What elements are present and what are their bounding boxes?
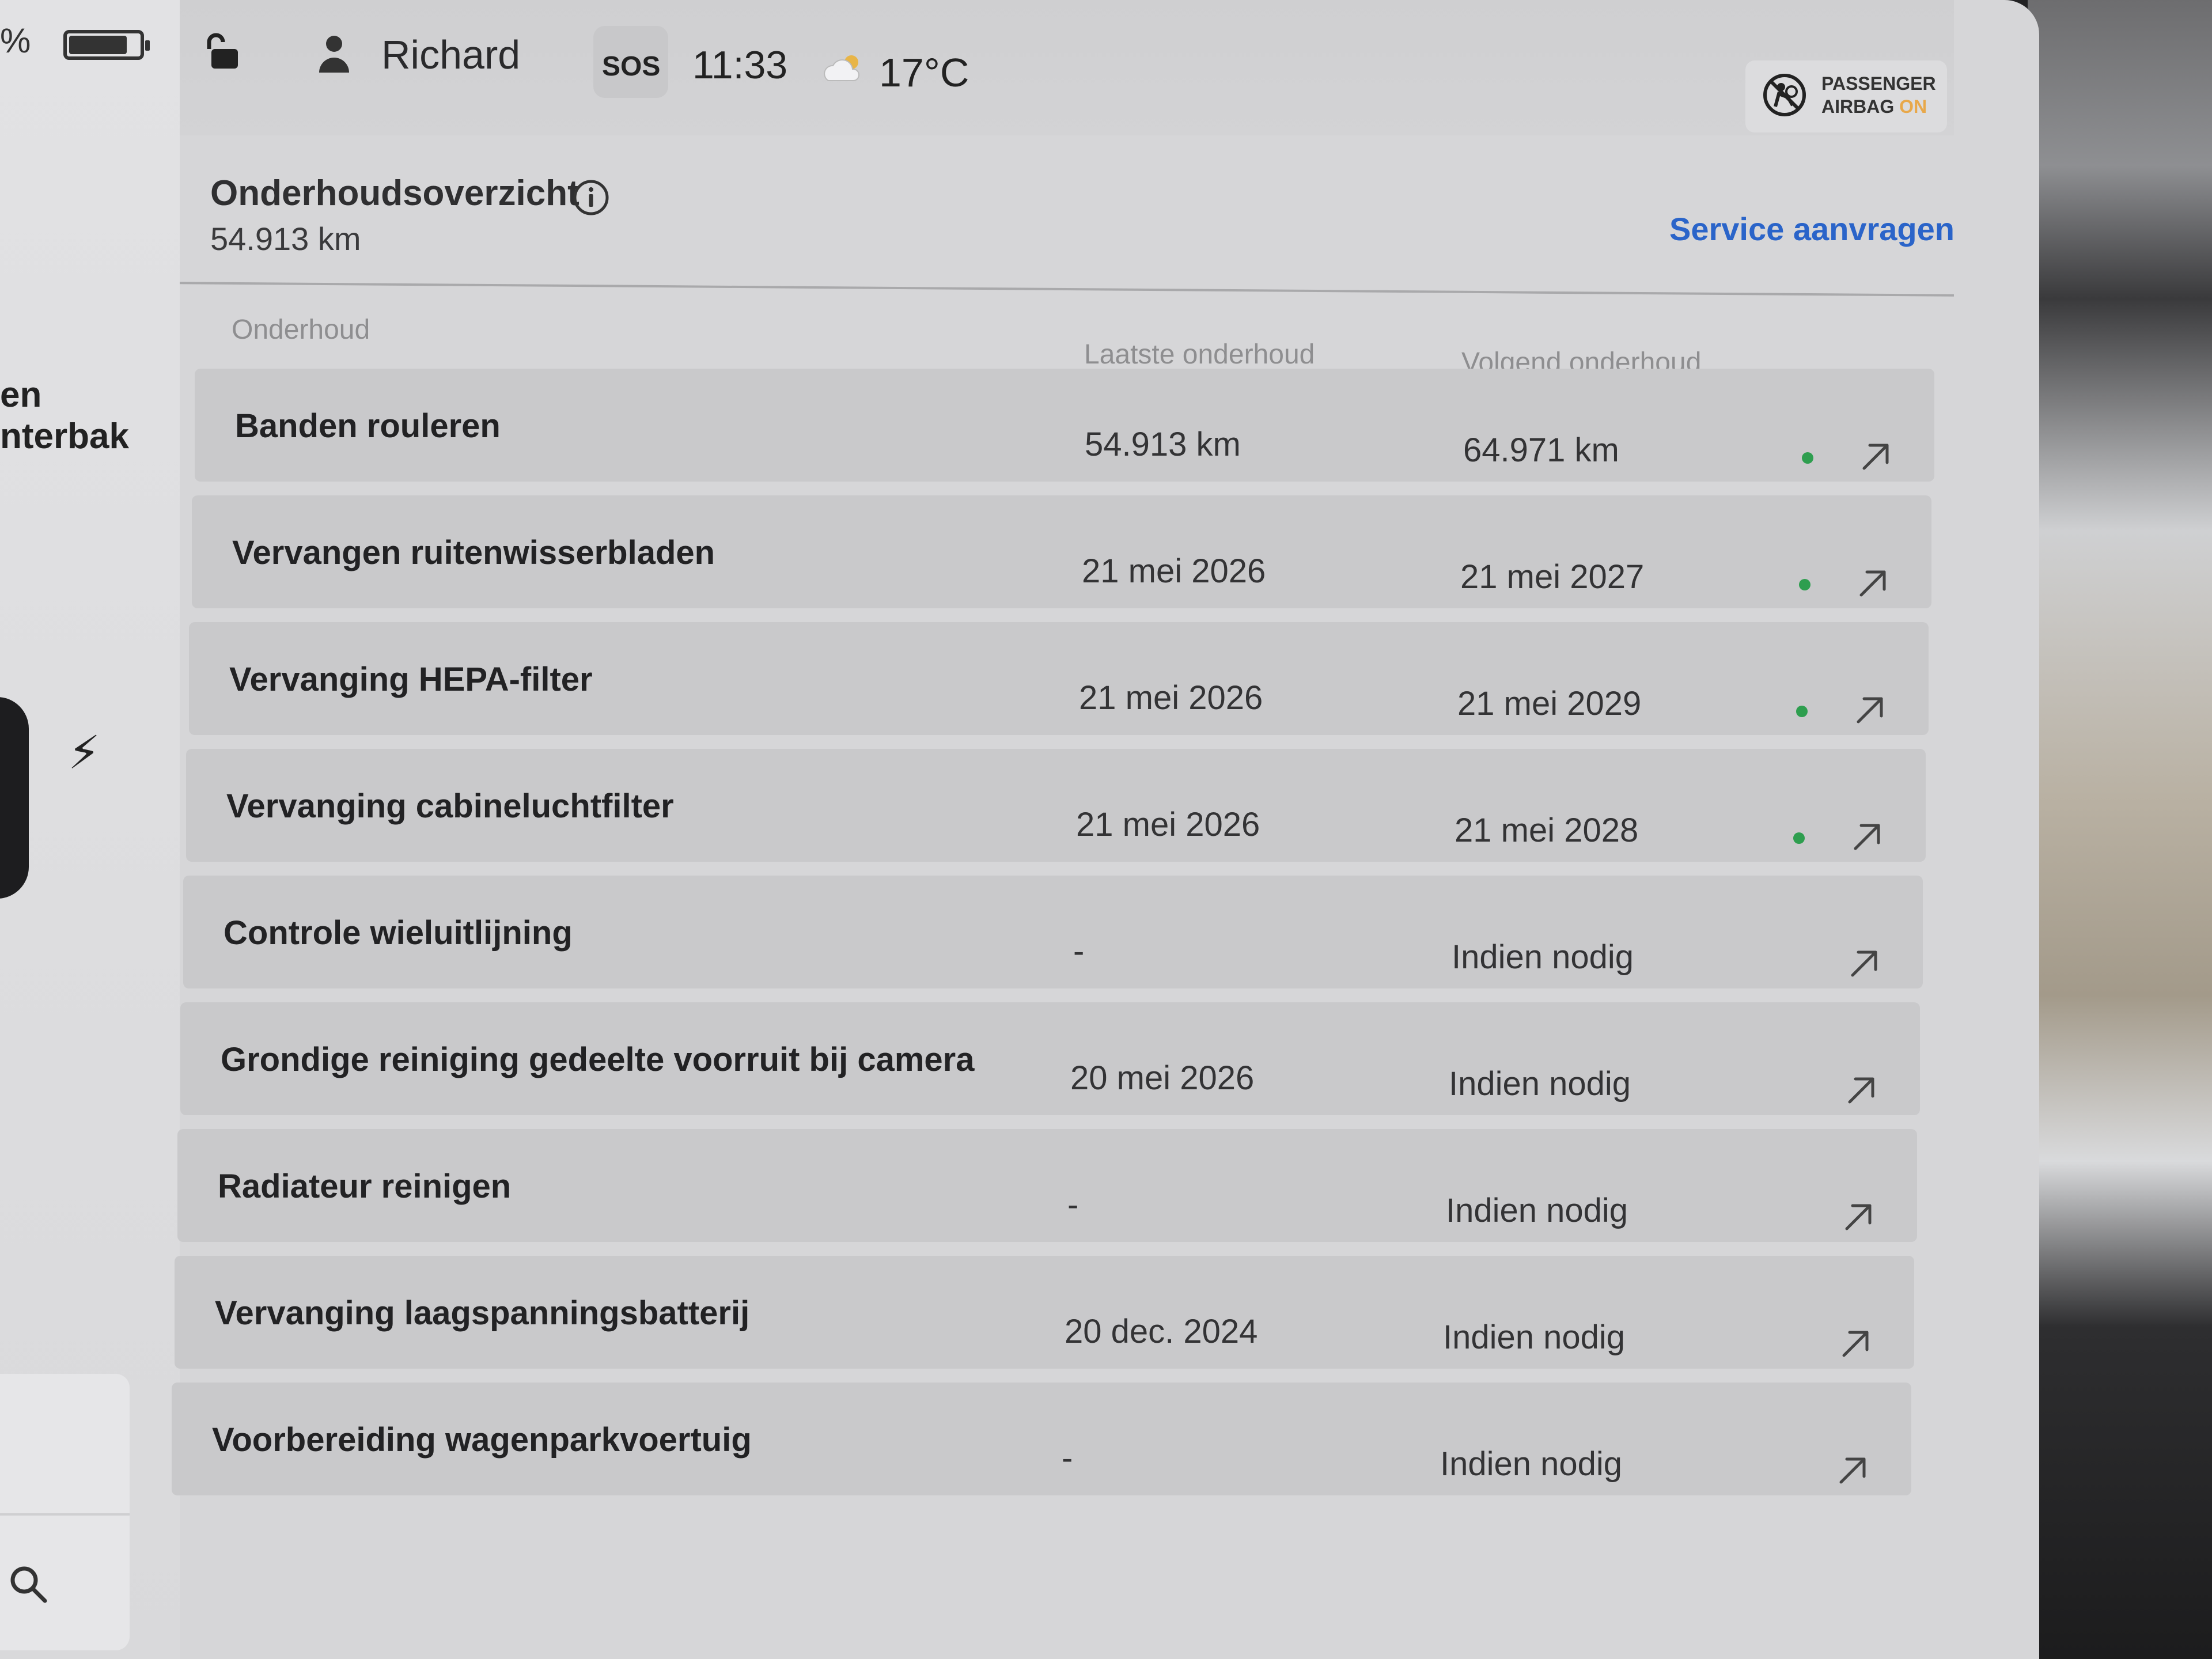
row-next-maintenance: Indien nodig — [1446, 1192, 1628, 1229]
outside-temperature: 17°C — [879, 50, 969, 95]
row-name: Vervanging HEPA-filter — [229, 661, 593, 698]
row-last-maintenance: 54.913 km — [1085, 426, 1241, 463]
status-ok-dot — [1793, 832, 1805, 844]
row-name: Vervanging laagspanningsbatterij — [215, 1294, 750, 1332]
airbag-line1: PASSENGER — [1821, 73, 1936, 94]
row-name: Grondige reiniging gedeelte voorruit bij… — [221, 1041, 975, 1078]
row-next-maintenance: 21 mei 2029 — [1457, 685, 1642, 722]
row-next-maintenance: 64.971 km — [1463, 431, 1619, 469]
touchscreen: % en nterbak ⚡ Richard SOS 11:33 17°C PA… — [0, 0, 2039, 1659]
search-icon[interactable] — [8, 1564, 48, 1604]
unlock-icon[interactable] — [204, 32, 245, 72]
open-detail-arrow-icon[interactable] — [1854, 694, 1886, 726]
profile-name[interactable]: Richard — [381, 32, 520, 78]
column-header-last: Laatste onderhoud — [1084, 339, 1315, 370]
airbag-text: PASSENGER AIRBAG ON — [1821, 72, 1936, 118]
row-name: Radiateur reinigen — [218, 1168, 512, 1205]
row-name: Voorbereiding wagenparkvoertuig — [212, 1421, 752, 1459]
car-interior — [2028, 0, 2212, 1659]
left-label-1[interactable]: en — [0, 374, 41, 415]
charging-bolt-icon: ⚡ — [68, 727, 101, 778]
row-last-maintenance: - — [1062, 1440, 1073, 1477]
open-detail-arrow-icon[interactable] — [1839, 1328, 1872, 1360]
clock: 11:33 — [692, 43, 788, 87]
row-last-maintenance: - — [1073, 933, 1085, 970]
page-title: Onderhoudsoverzicht — [210, 173, 579, 213]
status-ok-dot — [1802, 452, 1813, 464]
left-card-divider — [0, 1513, 130, 1516]
row-last-maintenance: 21 mei 2026 — [1079, 679, 1263, 717]
info-icon[interactable] — [572, 179, 610, 217]
airbag-state: ON — [1899, 96, 1927, 117]
row-next-maintenance: Indien nodig — [1449, 1065, 1631, 1103]
open-detail-arrow-icon[interactable] — [1857, 567, 1889, 600]
open-detail-arrow-icon[interactable] — [1836, 1455, 1869, 1487]
row-last-maintenance: 20 mei 2026 — [1070, 1059, 1255, 1097]
status-ok-dot — [1796, 706, 1808, 717]
left-card — [0, 1374, 130, 1650]
open-detail-arrow-icon[interactable] — [1851, 821, 1883, 853]
row-last-maintenance: 20 dec. 2024 — [1065, 1313, 1258, 1350]
row-last-maintenance: 21 mei 2026 — [1076, 806, 1260, 843]
row-last-maintenance: - — [1067, 1186, 1079, 1224]
open-detail-arrow-icon[interactable] — [1845, 1074, 1877, 1107]
row-last-maintenance: 21 mei 2026 — [1082, 552, 1266, 590]
car-image — [0, 697, 29, 899]
battery-icon — [63, 30, 150, 60]
row-name: Controle wieluitlijning — [224, 914, 573, 952]
left-label-2[interactable]: nterbak — [0, 416, 129, 457]
row-name: Banden rouleren — [235, 407, 501, 445]
left-panel: % en nterbak ⚡ — [0, 0, 180, 1659]
open-detail-arrow-icon[interactable] — [1859, 441, 1892, 473]
row-next-maintenance: Indien nodig — [1443, 1319, 1626, 1356]
battery-percent: % — [0, 21, 31, 60]
open-detail-arrow-icon[interactable] — [1842, 1201, 1874, 1233]
sos-label: SOS — [602, 51, 661, 82]
header-divider — [180, 282, 1954, 297]
airbag-icon — [1763, 74, 1806, 116]
column-header-maintenance: Onderhoud — [232, 315, 370, 345]
open-detail-arrow-icon[interactable] — [1848, 948, 1880, 980]
request-service-link[interactable]: Service aanvragen — [1669, 210, 1955, 248]
device-frame: % en nterbak ⚡ Richard SOS 11:33 17°C PA… — [0, 0, 2212, 1659]
row-name: Vervangen ruitenwisserbladen — [232, 534, 715, 571]
status-ok-dot — [1799, 579, 1810, 590]
row-next-maintenance: Indien nodig — [1440, 1445, 1623, 1483]
row-next-maintenance: 21 mei 2027 — [1460, 558, 1645, 596]
row-name: Vervanging cabineluchtfilter — [226, 787, 674, 825]
row-next-maintenance: Indien nodig — [1452, 938, 1634, 976]
partly-cloudy-icon — [824, 55, 859, 81]
airbag-line2: AIRBAG — [1821, 96, 1895, 117]
odometer-value: 54.913 km — [210, 221, 361, 257]
user-icon — [319, 36, 349, 73]
row-next-maintenance: 21 mei 2028 — [1455, 812, 1639, 849]
